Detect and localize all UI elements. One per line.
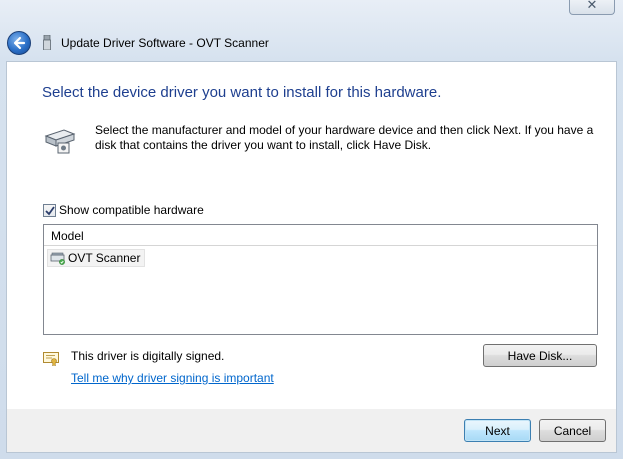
list-item-label: OVT Scanner [68,251,141,265]
have-disk-button[interactable]: Have Disk... [483,344,597,367]
checkmark-icon [45,206,55,216]
driver-signing-link[interactable]: Tell me why driver signing is important [71,371,274,385]
column-header-label: Model [51,229,84,243]
certificate-icon [43,352,59,366]
scanner-icon [44,129,76,154]
title-bar: Update Driver Software - OVT Scanner [0,28,623,58]
model-list[interactable]: Model OVT Scanner [43,224,598,335]
window-title: Update Driver Software - OVT Scanner [61,36,269,50]
list-item[interactable]: OVT Scanner [47,249,146,267]
show-compatible-label[interactable]: Show compatible hardware [59,203,204,217]
dialog-content: Select the device driver you want to ins… [6,61,617,409]
instructions-text: Select the manufacturer and model of you… [95,123,594,152]
show-compatible-checkbox[interactable] [43,204,56,217]
back-arrow-icon [13,36,26,50]
close-icon[interactable]: ✕ [587,0,598,12]
close-button[interactable]: ✕ [569,0,615,15]
list-header-model[interactable]: Model [44,225,597,246]
scanner-driver-icon [50,252,65,265]
page-heading: Select the device driver you want to ins… [42,84,442,101]
dialog-footer: Next Cancel [6,409,617,453]
cancel-button[interactable]: Cancel [539,419,606,442]
back-button[interactable] [7,31,31,55]
next-button[interactable]: Next [464,419,531,442]
signed-status-text: This driver is digitally signed. [71,349,225,363]
usb-device-icon [43,35,51,50]
